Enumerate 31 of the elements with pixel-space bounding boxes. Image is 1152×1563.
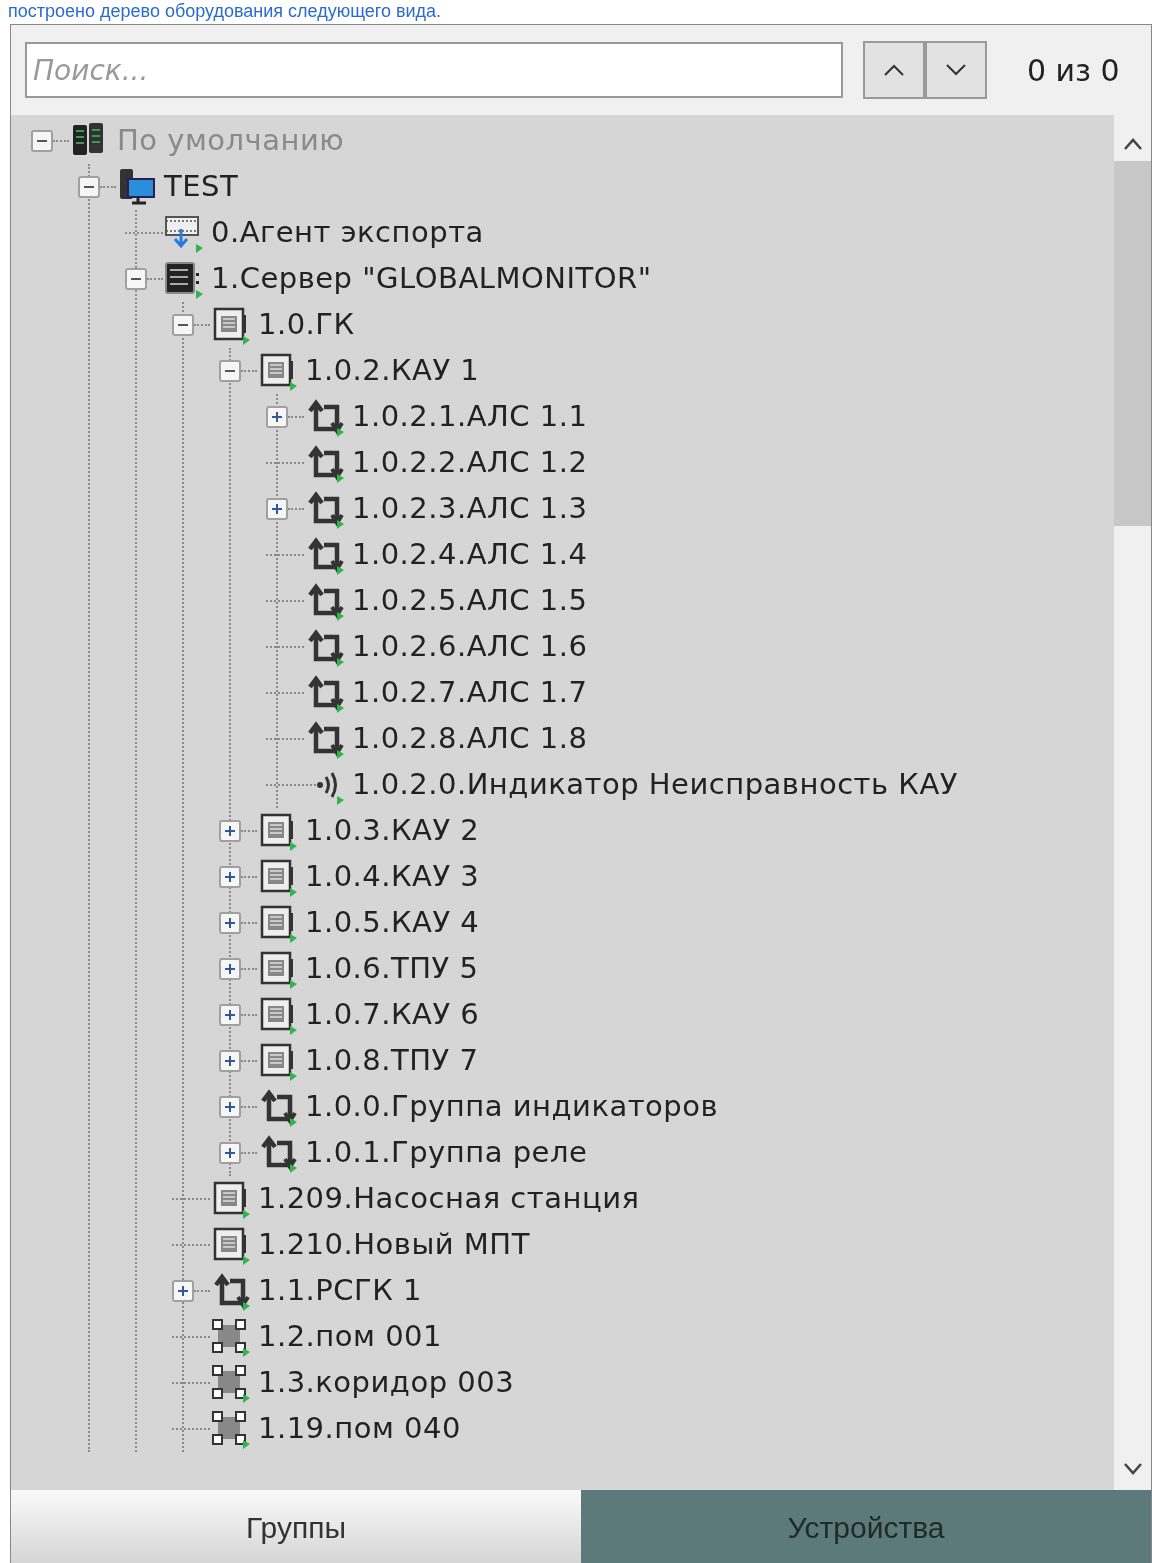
server-icon xyxy=(163,259,203,299)
minus-icon xyxy=(37,140,47,142)
down-caret-icon xyxy=(945,63,967,77)
caption-text: построено дерево оборудования следующего вида. xyxy=(7,1,442,21)
scroll-down-icon[interactable] xyxy=(1122,1462,1143,1476)
plus-icon xyxy=(178,1286,188,1296)
plus-icon xyxy=(225,1010,235,1020)
match-counter: 0 из 0 xyxy=(1027,51,1120,90)
plus-icon xyxy=(272,412,282,422)
minus-icon xyxy=(178,324,188,326)
zone-icon xyxy=(210,1363,250,1403)
plus-icon xyxy=(225,872,235,882)
scroll-up-icon[interactable] xyxy=(1122,137,1143,151)
plus-icon xyxy=(225,826,235,836)
plus-icon xyxy=(225,964,235,974)
plus-icon xyxy=(225,1056,235,1066)
minus-icon xyxy=(131,278,141,280)
zone-icon xyxy=(210,1317,250,1357)
plus-icon xyxy=(225,918,235,928)
scrollbar[interactable] xyxy=(1114,115,1151,1490)
minus-icon xyxy=(84,186,94,188)
film-download-icon xyxy=(163,213,203,253)
up-caret-icon xyxy=(883,63,905,77)
plus-icon xyxy=(225,1148,235,1158)
zone-icon xyxy=(210,1409,250,1449)
plus-icon xyxy=(225,1102,235,1112)
search-field[interactable]: Поиск... xyxy=(25,42,843,98)
plus-icon xyxy=(272,504,282,514)
tab[interactable]: Группы xyxy=(11,1490,581,1563)
minus-icon xyxy=(225,370,235,372)
scroll-thumb[interactable] xyxy=(1114,161,1151,526)
